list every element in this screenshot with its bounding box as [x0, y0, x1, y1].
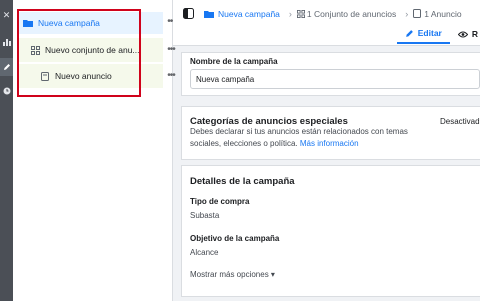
close-icon[interactable]: ✕ [0, 6, 13, 24]
breadcrumb-campaign-label: Nueva campaña [218, 8, 280, 19]
highlight-box [17, 9, 141, 97]
breadcrumb-ad-label: 1 Anuncio [424, 8, 462, 19]
tab-review[interactable]: R [450, 28, 480, 44]
chart-icon[interactable] [0, 33, 13, 51]
top-bar: Nueva campaña › 1 Conjunto de anuncios ›… [173, 0, 480, 46]
campaign-details-title: Detalles de la campaña [190, 176, 295, 187]
more-info-link[interactable]: Más información [300, 139, 359, 148]
eye-icon [457, 31, 468, 38]
folder-icon [204, 10, 214, 18]
tab-edit-label: Editar [417, 28, 442, 38]
chevron-right-icon: › [405, 8, 409, 19]
tab-edit[interactable]: Editar [396, 28, 450, 44]
campaign-name-card: Nombre de la campaña Nueva campaña [181, 52, 480, 96]
description-line-1: Debes declarar si tus anuncios están rel… [190, 127, 408, 136]
campaign-name-input[interactable]: Nueva campaña [190, 69, 480, 89]
breadcrumb: Nueva campaña › 1 Conjunto de anuncios ›… [183, 8, 466, 19]
special-categories-status: Desactivad [440, 117, 480, 126]
chevron-right-icon: › [288, 8, 292, 19]
breadcrumb-campaign[interactable]: Nueva campaña [204, 9, 280, 19]
special-categories-card: Categorías de anuncios especiales Desact… [181, 106, 480, 160]
ad-more-button[interactable]: ••• [165, 70, 177, 81]
breadcrumb-ad[interactable]: 1 Anuncio [413, 8, 462, 19]
tab-review-label: R [471, 29, 478, 39]
objective-value: Alcance [190, 248, 219, 257]
description-line-2: sociales, elecciones o política. Más inf… [190, 138, 430, 150]
campaign-details-card: Detalles de la campaña Tipo de compra Su… [181, 165, 480, 297]
adset-grid-icon [296, 9, 305, 18]
ad-square-icon [413, 9, 422, 18]
buy-type-label: Tipo de compra [190, 197, 250, 206]
clock-icon[interactable] [0, 82, 13, 100]
show-more-options-link[interactable]: Mostrar más opciones ▾ [190, 270, 275, 279]
buy-type-value: Subasta [190, 211, 220, 220]
breadcrumb-adset[interactable]: 1 Conjunto de anuncios [296, 8, 397, 19]
pencil-icon[interactable] [0, 58, 13, 76]
view-tabs: Editar R [396, 28, 480, 44]
breadcrumb-adset-label: 1 Conjunto de anuncios [306, 8, 397, 19]
objective-label: Objetivo de la campaña [190, 234, 280, 243]
left-icon-rail: ✕ [0, 0, 13, 301]
description-line-2-text: sociales, elecciones o política. [190, 139, 298, 148]
sidebar-toggle-icon[interactable] [183, 8, 194, 19]
special-categories-description: Debes declarar si tus anuncios están rel… [190, 126, 430, 150]
campaign-name-label: Nombre de la campaña [190, 57, 278, 66]
pencil-icon [405, 29, 414, 38]
